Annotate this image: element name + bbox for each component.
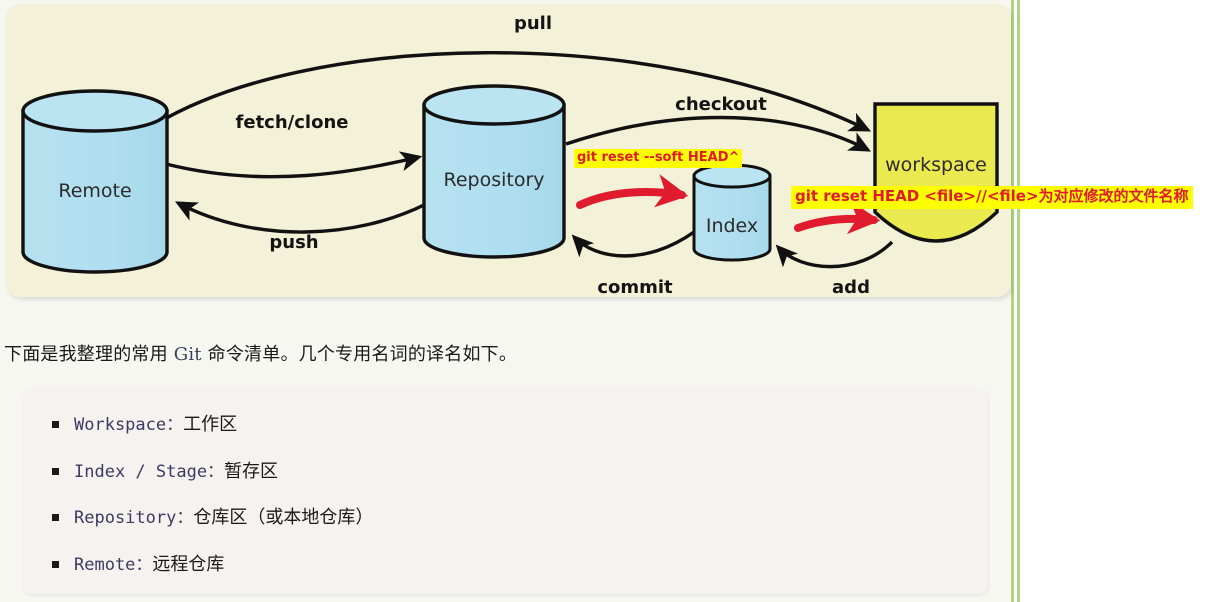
node-remote: Remote: [21, 89, 169, 274]
node-workspace-label: workspace: [885, 154, 987, 176]
node-index-label: Index: [706, 215, 758, 237]
edge-label-pull: pull: [514, 13, 552, 34]
glossary-term: Remote：: [74, 554, 153, 575]
diagram-canvas: Remote Repository workspace Index pull f…: [21, 13, 999, 297]
intro-text-before: 下面是我整理的常用: [4, 344, 174, 365]
edge-checkout: [565, 115, 872, 152]
red-arrow-reset-head: [794, 200, 881, 235]
list-item: Index / Stage：暂存区: [52, 460, 988, 483]
annotation-git-reset-head-file: git reset HEAD <file>//<file>为对应修改的文件名称: [791, 186, 1193, 209]
glossary-term: Workspace：: [74, 415, 184, 435]
bullet-square-icon: [52, 467, 59, 475]
edge-label-push: push: [269, 232, 318, 253]
node-workspace: workspace: [873, 102, 999, 243]
edge-add: [775, 240, 894, 269]
edge-push: [174, 201, 427, 234]
edge-label-add: add: [832, 277, 870, 297]
node-index: Index: [692, 163, 772, 262]
glossary-gloss: 暂存区: [224, 460, 279, 482]
glossary-gloss: 仓库区（或本地仓库）: [193, 507, 374, 529]
red-arrow-reset-soft: [576, 174, 689, 209]
node-repository-label: Repository: [443, 169, 544, 191]
edge-label-checkout: checkout: [675, 94, 767, 115]
intro-term-git: Git: [173, 344, 202, 365]
glossary-term: Index / Stage：: [74, 461, 225, 482]
intro-paragraph: 下面是我整理的常用 Git 命令清单。几个专用名词的译名如下。: [4, 340, 994, 366]
annotation-git-reset-soft-head: git reset --soft HEAD^: [574, 149, 743, 168]
bullet-square-icon: [52, 514, 59, 522]
glossary-gloss: 工作区: [183, 414, 238, 435]
glossary-box: Workspace：工作区 Index / Stage：暂存区 Reposito…: [22, 388, 988, 594]
node-remote-label: Remote: [58, 180, 131, 202]
bullet-square-icon: [52, 560, 59, 568]
node-repository: Repository: [422, 84, 566, 259]
list-item: Remote：远程仓库: [52, 553, 988, 576]
edge-commit: [571, 230, 695, 258]
glossary-list: Workspace：工作区 Index / Stage：暂存区 Reposito…: [22, 388, 988, 575]
glossary-gloss: 远程仓库: [152, 553, 225, 575]
page-root: Remote Repository workspace Index pull f…: [0, 0, 1213, 602]
intro-text-after: 命令清单。几个专用名词的译名如下。: [201, 344, 518, 365]
edge-label-fetch-clone: fetch/clone: [236, 112, 349, 133]
glossary-term: Repository：: [74, 508, 194, 529]
list-item: Workspace：工作区: [52, 414, 988, 436]
list-item: Repository：仓库区（或本地仓库）: [52, 507, 988, 529]
edge-fetch-clone: [165, 151, 423, 179]
edge-label-commit: commit: [597, 277, 673, 297]
git-workflow-diagram: Remote Repository workspace Index pull f…: [6, 4, 1011, 297]
bullet-square-icon: [52, 421, 59, 428]
gutter-divider: [1017, 0, 1020, 602]
